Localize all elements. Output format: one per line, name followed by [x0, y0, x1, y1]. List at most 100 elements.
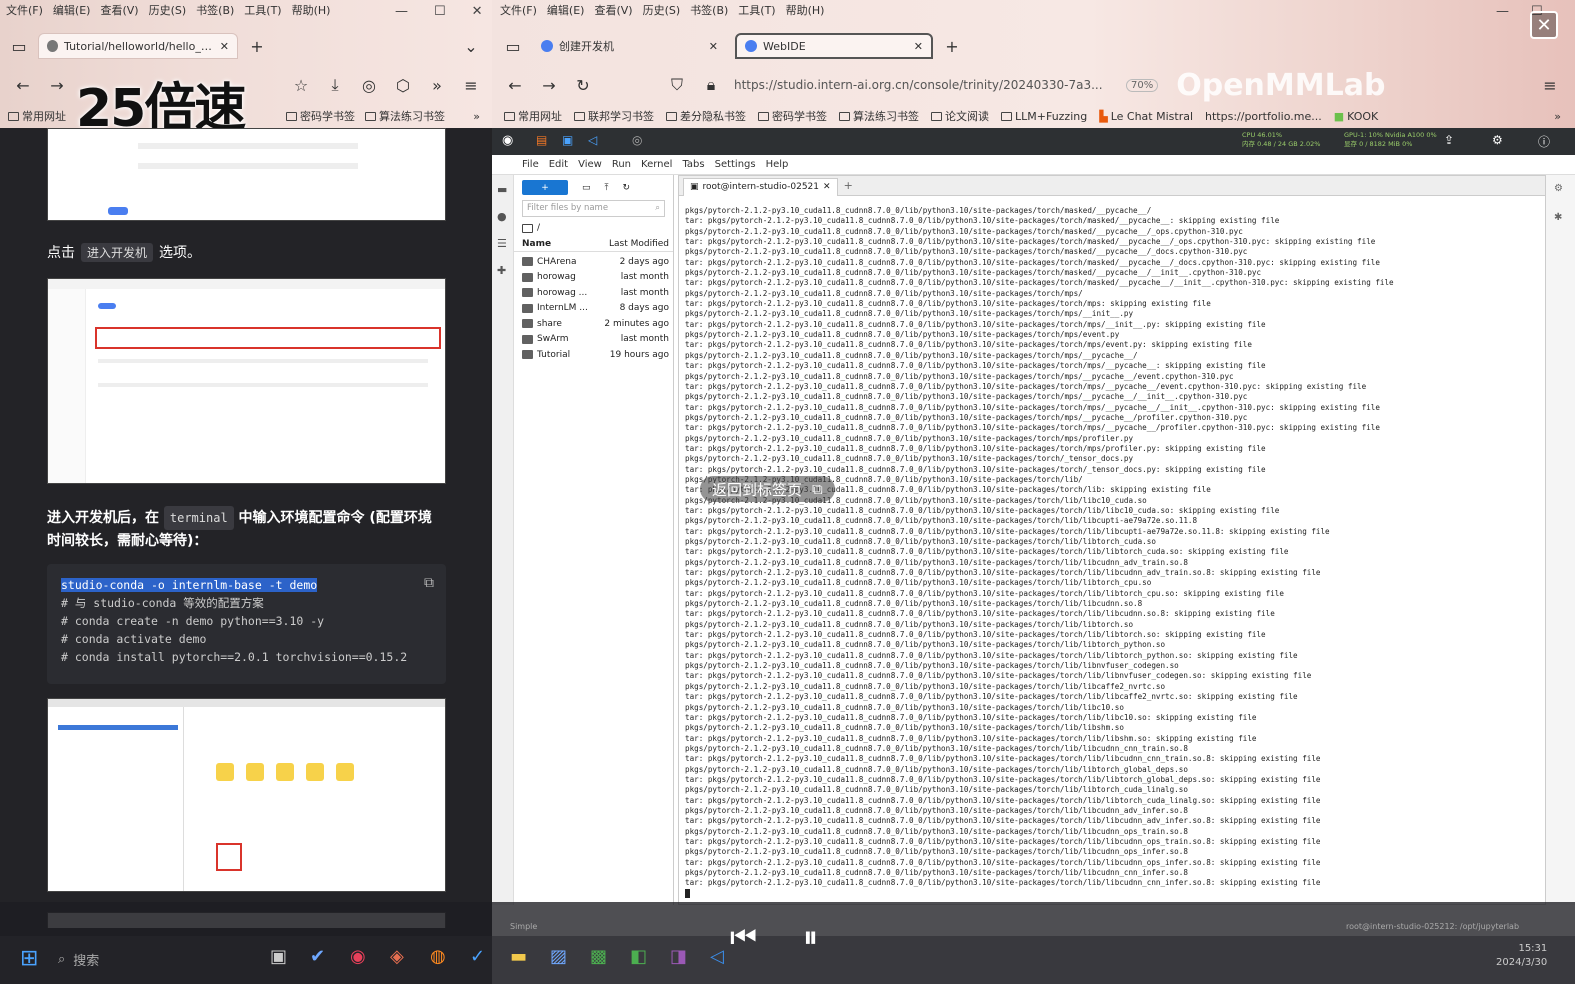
- bookmark-5[interactable]: 论文阅读: [931, 108, 989, 124]
- property-inspector-icon[interactable]: ⚙: [1554, 183, 1567, 194]
- menu-edit[interactable]: 编辑(E): [547, 2, 585, 18]
- file-row[interactable]: horowag last month: [514, 270, 673, 286]
- menu-edit[interactable]: 编辑(E): [53, 2, 91, 18]
- jmenu-file[interactable]: File: [522, 159, 539, 170]
- minimize-icon[interactable]: —: [1496, 4, 1509, 19]
- jmenu-run[interactable]: Run: [612, 159, 631, 170]
- bookmark-common[interactable]: 常用网址: [8, 108, 66, 124]
- new-folder-icon[interactable]: ▭: [582, 183, 591, 193]
- bookmark-2[interactable]: 差分隐私书签: [666, 108, 746, 124]
- tab-webide[interactable]: WebIDE ✕: [735, 33, 933, 59]
- vscode-taskbar-icon[interactable]: ◁: [710, 946, 724, 967]
- app-icon[interactable]: ◈: [390, 946, 404, 967]
- filter-files-input[interactable]: Filter files by name ⌕: [522, 200, 665, 217]
- debugger-icon[interactable]: ✱: [1554, 212, 1567, 223]
- taskbar-search[interactable]: ⌕ 搜索: [58, 944, 208, 974]
- menu-view[interactable]: 查看(V): [594, 2, 632, 18]
- menu-icon[interactable]: ≡: [1539, 74, 1561, 96]
- code-line-1[interactable]: studio-conda -o internlm-base -t demo: [61, 578, 318, 592]
- menu-help[interactable]: 帮助(H): [292, 2, 331, 18]
- bookmark-9[interactable]: ■ KOOK: [1334, 110, 1379, 123]
- terminal-output[interactable]: pkgs/pytorch-2.1.2-py3.10_cuda11.8_cudnn…: [679, 196, 1545, 904]
- file-row[interactable]: CHArena 2 days ago: [514, 254, 673, 270]
- photos-icon[interactable]: ▨: [550, 946, 567, 967]
- jmenu-view[interactable]: View: [578, 159, 602, 170]
- settings-icon[interactable]: ⚙: [1492, 133, 1503, 147]
- windows-start-icon[interactable]: ⊞: [20, 946, 38, 971]
- tab-create-devmachine[interactable]: 创建开发机 ✕: [532, 33, 727, 59]
- forward-icon[interactable]: →: [46, 74, 68, 96]
- upload-file-icon[interactable]: ⤒: [605, 183, 609, 193]
- reload-icon[interactable]: ↻: [572, 74, 594, 96]
- jmenu-tabs[interactable]: Tabs: [682, 159, 704, 170]
- maximize-icon[interactable]: ☐: [434, 4, 446, 19]
- firefox-icon[interactable]: ◍: [430, 946, 446, 967]
- todo-app-icon[interactable]: ✔: [310, 946, 325, 967]
- file-row[interactable]: SwArm last month: [514, 332, 673, 348]
- bookmark-algo[interactable]: 算法练习书签: [365, 108, 445, 124]
- check-app-icon[interactable]: ✓: [470, 946, 485, 967]
- tab-list-icon[interactable]: ▭: [502, 35, 524, 57]
- jupyter-tab-icon[interactable]: ▤: [536, 133, 547, 147]
- jmenu-kernel[interactable]: Kernel: [641, 159, 672, 170]
- col-modified[interactable]: Last Modified: [609, 239, 669, 249]
- tab-close-icon[interactable]: ✕: [220, 40, 229, 53]
- file-row[interactable]: horowag ... last month: [514, 285, 673, 301]
- close-player-button[interactable]: ✕: [1530, 11, 1558, 39]
- tab-close-icon[interactable]: ✕: [709, 40, 718, 53]
- new-tab-icon[interactable]: +: [246, 35, 268, 57]
- return-to-tab-pill[interactable]: 返回到标签页 ⧉: [700, 476, 835, 502]
- menu-icon[interactable]: ≡: [460, 74, 482, 96]
- bookmarks-overflow-icon[interactable]: »: [1554, 110, 1561, 123]
- new-tab-icon[interactable]: +: [941, 35, 963, 57]
- star-icon[interactable]: ☆: [290, 74, 312, 96]
- menu-bookmarks[interactable]: 书签(B): [690, 2, 728, 18]
- menu-tools[interactable]: 工具(T): [244, 2, 281, 18]
- extensions-icon[interactable]: ✚: [497, 264, 508, 277]
- jmenu-settings[interactable]: Settings: [715, 159, 756, 170]
- forward-icon[interactable]: →: [538, 74, 560, 96]
- close-icon[interactable]: ✕: [472, 4, 483, 19]
- copy-icon[interactable]: ⧉: [424, 574, 434, 592]
- more-tools-icon[interactable]: »: [426, 74, 448, 96]
- menu-file[interactable]: 文件(F): [500, 2, 537, 18]
- code-block[interactable]: studio-conda -o internlm-base -t demo # …: [47, 564, 446, 684]
- menu-help[interactable]: 帮助(H): [786, 2, 825, 18]
- menu-tools[interactable]: 工具(T): [738, 2, 775, 18]
- account-icon[interactable]: ◎: [358, 74, 380, 96]
- taskbar-clock[interactable]: 15:31 2024/3/30: [1496, 942, 1547, 970]
- menu-history[interactable]: 历史(S): [643, 2, 681, 18]
- task-view-icon[interactable]: ▣: [270, 946, 287, 967]
- bookmark-4[interactable]: 算法练习书签: [839, 108, 919, 124]
- app2-icon[interactable]: ◧: [630, 946, 647, 967]
- terminal-tab-icon[interactable]: ▣: [562, 133, 573, 147]
- bookmark-8[interactable]: https://portfolio.me...: [1205, 110, 1322, 123]
- running-icon[interactable]: ●: [497, 210, 508, 223]
- vscode-icon[interactable]: ◁: [588, 133, 597, 147]
- previous-icon[interactable]: ⏮︎: [730, 920, 757, 955]
- bookmark-3[interactable]: 密码学书签: [758, 108, 827, 124]
- toc-icon[interactable]: ☰: [497, 237, 508, 250]
- new-tab-icon[interactable]: +: [844, 179, 853, 192]
- bookmark-crypto[interactable]: 密码学书签: [286, 108, 355, 124]
- info-icon[interactable]: ⓘ: [1538, 133, 1550, 150]
- pause-icon[interactable]: ⏸︎: [803, 920, 818, 955]
- new-launcher-button[interactable]: +: [522, 180, 568, 195]
- tab-close-icon[interactable]: ✕: [823, 182, 831, 192]
- extensions-icon[interactable]: ⬡: [392, 74, 414, 96]
- tab-close-icon[interactable]: ✕: [914, 40, 923, 53]
- bookmarks-overflow-icon[interactable]: »: [473, 110, 480, 123]
- back-icon[interactable]: ←: [12, 74, 34, 96]
- files-icon[interactable]: ▬: [497, 183, 508, 196]
- minimize-icon[interactable]: —: [395, 4, 408, 19]
- file-row[interactable]: share 2 minutes ago: [514, 316, 673, 332]
- bookmark-1[interactable]: 联邦学习书签: [574, 108, 654, 124]
- app3-icon[interactable]: ◨: [670, 946, 687, 967]
- file-row[interactable]: InternLM ... 8 days ago: [514, 301, 673, 317]
- back-icon[interactable]: ←: [504, 74, 526, 96]
- download-icon[interactable]: ⤓: [324, 74, 346, 96]
- menu-file[interactable]: 文件(F): [6, 2, 43, 18]
- tab-list-icon[interactable]: ▭: [8, 35, 30, 57]
- zoom-level[interactable]: 70%: [1126, 78, 1159, 92]
- jmenu-help[interactable]: Help: [766, 159, 789, 170]
